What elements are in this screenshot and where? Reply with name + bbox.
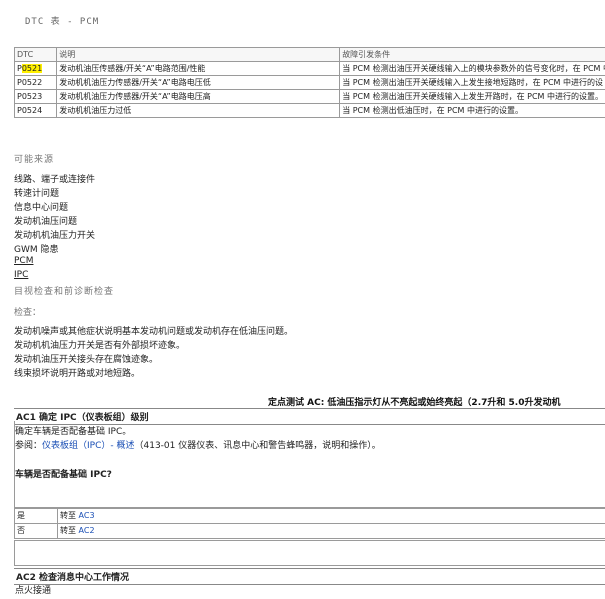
table-row: 否 转至 AC2 <box>14 523 605 539</box>
dtc-description: 发动机油压传感器/开关“A”电路范围/性能 <box>56 61 341 76</box>
list-item: 发动机油压问题 <box>14 217 78 227</box>
ac1-question: 车辆是否配备基础 IPC? <box>15 470 112 480</box>
dtc-condition: 当 PCM 检测出低油压时，在 PCM 中进行的设置。 <box>339 103 605 118</box>
table-row: P0521 发动机油压传感器/开关“A”电路范围/性能 当 PCM 检测出油压开… <box>13 61 605 76</box>
dtc-code-highlighted: 0521 <box>21 64 43 73</box>
table-row: P0524 发动机机油压力过低 当 PCM 检测出低油压时，在 PCM 中进行的… <box>13 103 605 118</box>
table-row: P0523 发动机机油压力传感器/开关“A”电路电压高 当 PCM 检测出油压开… <box>13 89 605 104</box>
list-item: 发动机机油压力开关是否有外部损坏迹象。 <box>14 341 186 351</box>
possible-sources-heading: 可能来源 <box>14 155 55 165</box>
ac1-reference: 参阅：仪表板组（IPC）- 概述（413-01 仪器仪表、讯息中心和警告蜂鸣器，… <box>15 438 381 451</box>
page-title: DTC 表 - PCM <box>25 17 100 27</box>
list-item: 发动机机油压力开关 <box>14 231 96 241</box>
list-item: 发动机油压开关接头存在腐蚀迹象。 <box>14 355 159 365</box>
ipc-overview-link[interactable]: 仪表板组（IPC）- 概述 <box>42 441 134 451</box>
dtc-condition: 当 PCM 检测出油压开关硬线输入上发生接地短路时，在 PCM 中进行的设 <box>339 75 605 90</box>
table-row: P0522 发动机机油压力传感器/开关“A”电路电压低 当 PCM 检测出油压开… <box>13 75 605 90</box>
dtc-condition: 当 PCM 检测出油压开关硬线输入上发生开路时，在 PCM 中进行的设置。 <box>339 89 605 104</box>
header-description: 说明 <box>56 47 341 62</box>
action-prefix: 转至 <box>60 526 79 535</box>
list-item: 线束损坏说明开路或对地短路。 <box>14 369 141 379</box>
reference-prefix: 参阅： <box>15 441 43 451</box>
check-heading: 检查： <box>14 308 42 318</box>
list-item: GWM 隐患 <box>14 245 59 255</box>
dtc-description: 发动机机油压力过低 <box>56 103 341 118</box>
list-item: IPC <box>14 270 29 280</box>
dtc-code: P0521 <box>13 61 58 76</box>
answer-yes: 是 <box>14 508 58 524</box>
list-item: 线路、端子或连接件 <box>14 175 96 185</box>
answer-table: 是 转至 AC3 否 转至 AC2 <box>14 508 605 539</box>
header-dtc: DTC <box>13 47 58 62</box>
ac1-instruction: 确定车辆是否配备基础 IPC。 <box>15 427 132 437</box>
dtc-code: P0524 <box>13 103 58 118</box>
answer-no: 否 <box>14 523 58 539</box>
dtc-code: P0522 <box>13 75 58 90</box>
visual-check-heading: 目视检查和前诊断检查 <box>14 287 115 297</box>
ac2-instruction: 点火接通 <box>15 586 52 596</box>
reference-suffix: （413-01 仪器仪表、讯息中心和警告蜂鸣器，说明和操作）。 <box>134 441 381 451</box>
dtc-condition: 当 PCM 检测出油压开关硬线输入上的模块参数外的信号变化时，在 PCM 中 <box>339 61 605 76</box>
list-item: 信息中心问题 <box>14 203 69 213</box>
spacer-box <box>14 540 605 566</box>
dtc-description: 发动机机油压力传感器/开关“A”电路电压低 <box>56 75 341 90</box>
list-item: 发动机噪声或其他症状说明基本发动机问题或发动机存在低油压问题。 <box>14 327 294 337</box>
list-item: PCM <box>14 256 34 266</box>
dtc-description: 发动机机油压力传感器/开关“A”电路电压高 <box>56 89 341 104</box>
goto-ac3-link[interactable]: AC3 <box>79 511 95 520</box>
ac2-header: AC2 检查消息中心工作情况 <box>14 568 605 585</box>
dtc-table: DTC 说明 故障引发条件 P0521 发动机油压传感器/开关“A”电路范围/性… <box>13 47 605 118</box>
header-condition: 故障引发条件 <box>339 47 605 62</box>
goto-ac2-link[interactable]: AC2 <box>79 526 95 535</box>
answer-action: 转至 AC3 <box>57 508 605 524</box>
answer-action: 转至 AC2 <box>57 523 605 539</box>
action-prefix: 转至 <box>60 511 79 520</box>
list-item: 转速计问题 <box>14 189 60 199</box>
pinpoint-test-title: 定点测试 AC: 低油压指示灯从不亮起或始终亮起（2.7升和 5.0升发动机 <box>268 398 561 408</box>
dtc-code: P0523 <box>13 89 58 104</box>
table-row: 是 转至 AC3 <box>14 508 605 524</box>
dtc-table-header: DTC 说明 故障引发条件 <box>13 47 605 62</box>
